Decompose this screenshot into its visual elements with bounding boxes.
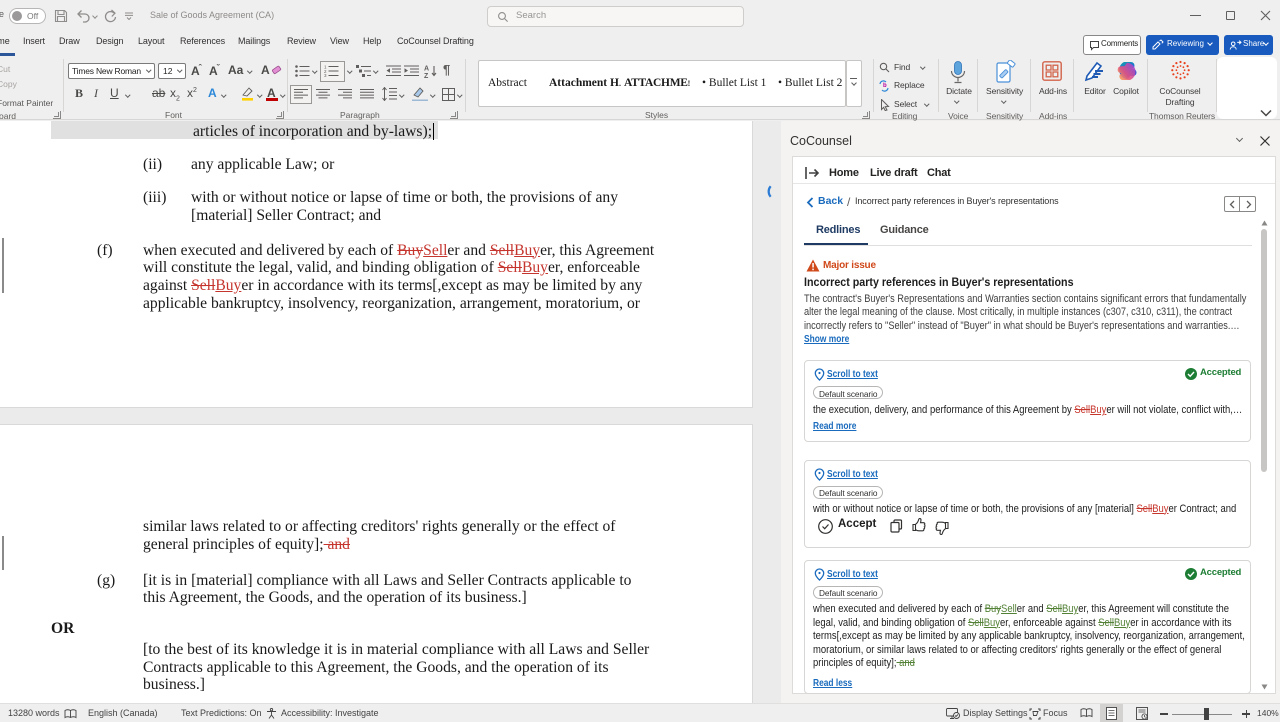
svg-text:3: 3: [324, 73, 327, 77]
svg-text:Z: Z: [424, 73, 429, 78]
svg-text:A: A: [424, 66, 429, 73]
svg-text:b: b: [883, 83, 887, 89]
